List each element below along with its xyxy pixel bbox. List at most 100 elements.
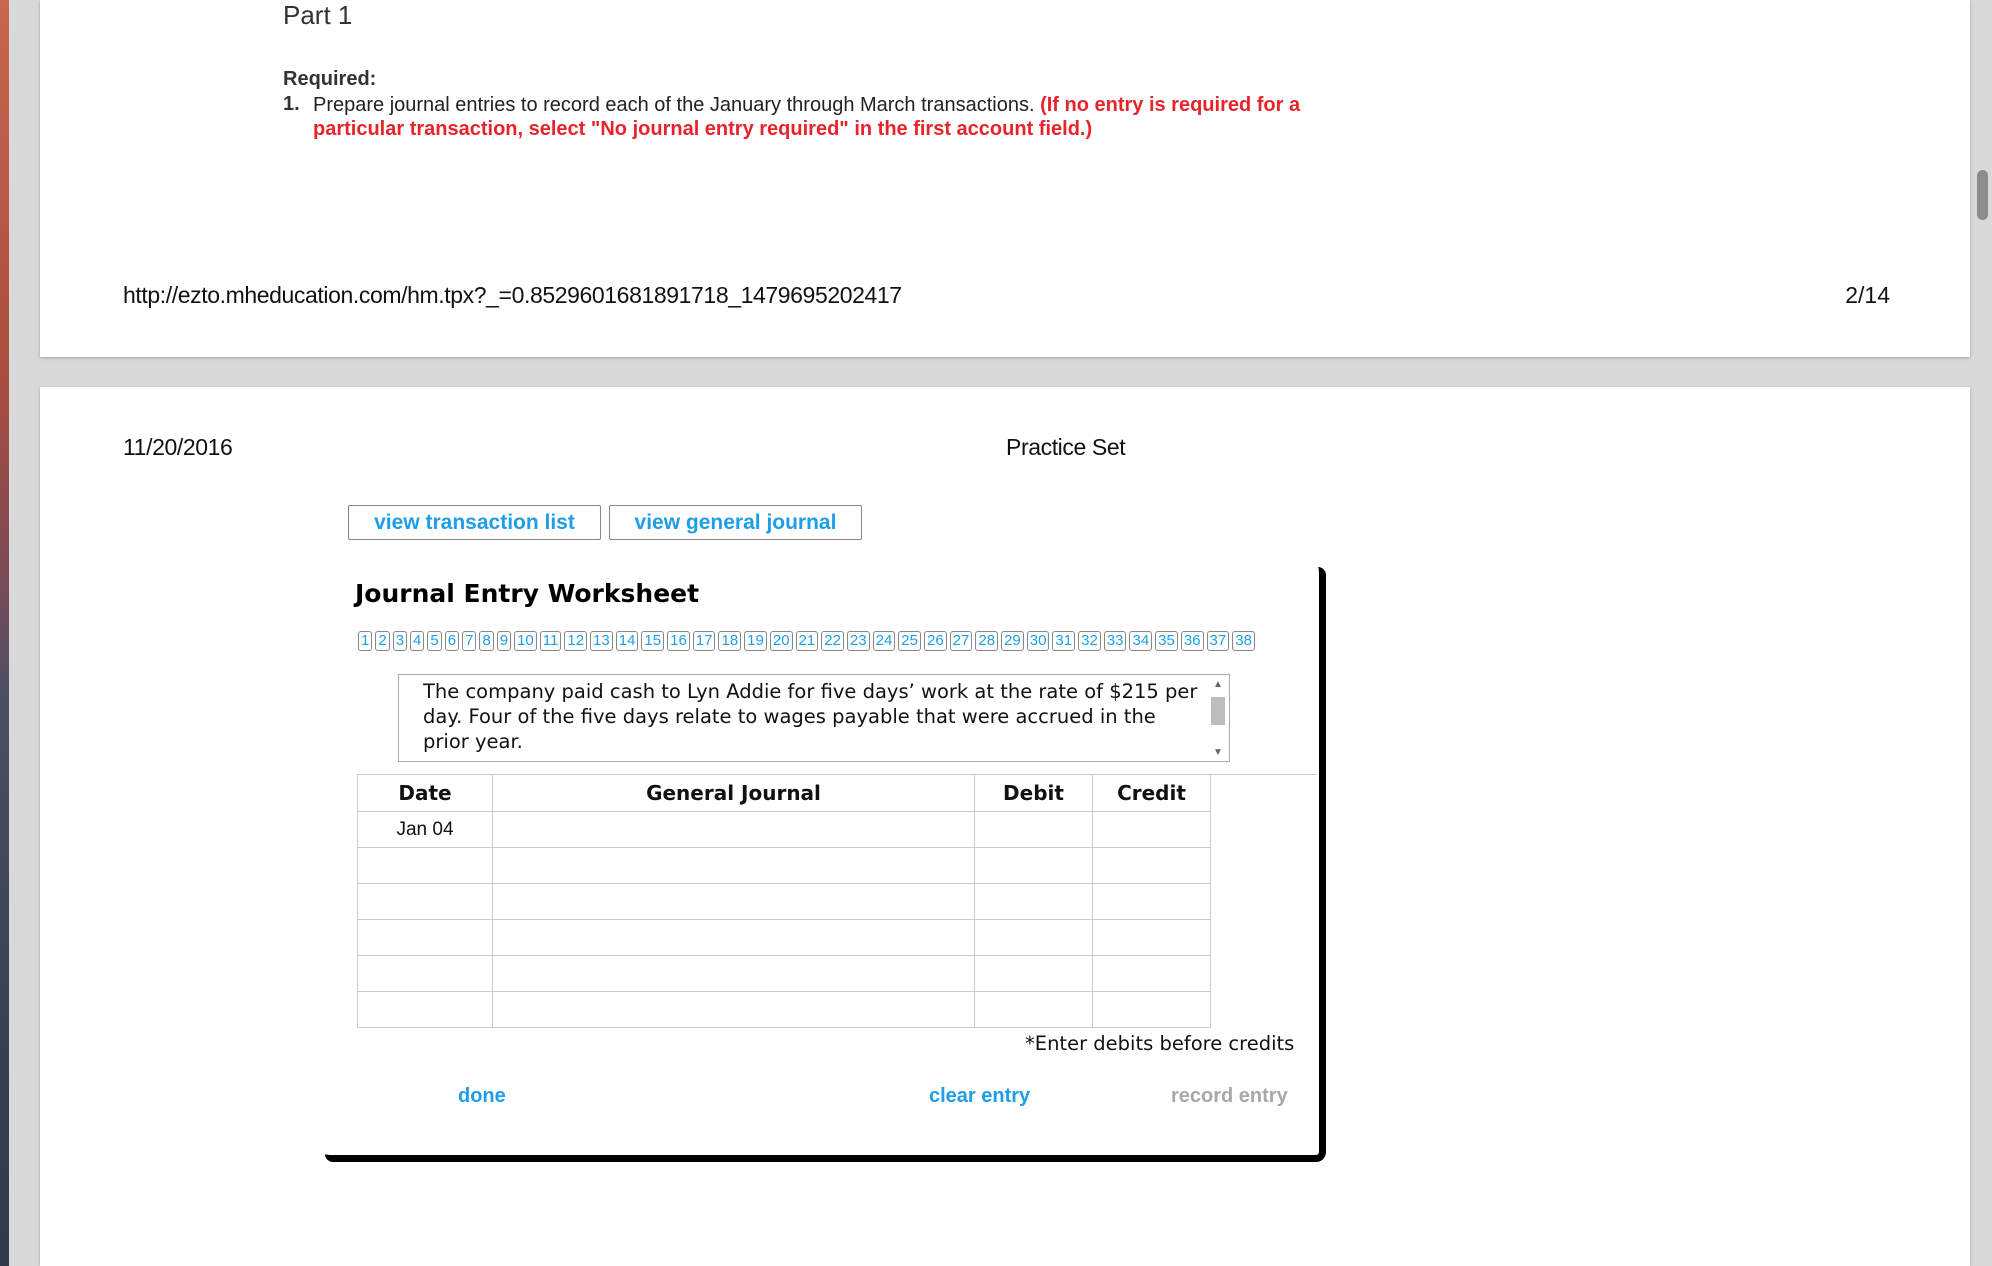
transaction-number-button[interactable]: 19 <box>744 631 767 651</box>
transaction-number-button[interactable]: 27 <box>949 631 973 651</box>
transaction-number-button[interactable]: 10 <box>514 631 537 651</box>
column-header-credit: Credit <box>1092 774 1211 812</box>
transaction-number-button[interactable]: 5 <box>427 631 442 651</box>
journal-row <box>357 919 1211 956</box>
journal-row <box>357 991 1211 1028</box>
column-header-date: Date <box>357 774 493 812</box>
journal-row: Jan 04 <box>357 811 1211 848</box>
debit-cell[interactable] <box>974 847 1093 884</box>
account-cell[interactable] <box>492 883 975 920</box>
date-cell[interactable] <box>357 847 493 884</box>
debit-cell[interactable] <box>974 955 1093 992</box>
transaction-number-button[interactable]: 29 <box>1001 631 1024 651</box>
pdf-page-1: Part 1 Required: 1. Prepare journal entr… <box>40 0 1970 357</box>
credit-cell[interactable] <box>1092 847 1211 884</box>
description-scrollbar[interactable]: ▲ ▼ <box>1209 677 1227 759</box>
column-header-debit: Debit <box>974 774 1093 812</box>
transaction-number-button[interactable]: 23 <box>846 631 870 651</box>
description-scroll-thumb[interactable] <box>1211 697 1225 725</box>
transaction-number-button[interactable]: 33 <box>1103 631 1127 651</box>
transaction-number-button[interactable]: 13 <box>590 631 613 651</box>
transaction-number-button[interactable]: 25 <box>898 631 921 651</box>
journal-row <box>357 883 1211 920</box>
footer-page-number: 2/14 <box>1845 282 1890 308</box>
record-entry-button[interactable]: record entry <box>1171 1085 1288 1108</box>
transaction-number-button[interactable]: 30 <box>1026 631 1050 651</box>
credit-cell[interactable] <box>1092 991 1211 1028</box>
scroll-down-icon[interactable]: ▼ <box>1209 747 1227 759</box>
requirement-instruction: Prepare journal entries to record each o… <box>313 94 1041 116</box>
view-general-journal-button[interactable]: view general journal <box>609 505 862 540</box>
transaction-number-button[interactable]: 9 <box>496 631 512 651</box>
credit-cell[interactable] <box>1092 883 1211 920</box>
transaction-number-button[interactable]: 2 <box>375 631 390 651</box>
date-cell[interactable] <box>357 919 493 956</box>
credit-cell[interactable] <box>1092 955 1211 992</box>
transaction-description-box: The company paid cash to Lyn Addie for f… <box>398 674 1230 762</box>
account-cell[interactable] <box>492 811 975 848</box>
credit-cell[interactable] <box>1092 919 1211 956</box>
account-cell[interactable] <box>492 955 975 992</box>
account-cell[interactable] <box>492 847 975 884</box>
transaction-number-button[interactable]: 3 <box>392 631 408 651</box>
date-cell[interactable] <box>357 955 493 992</box>
transaction-number-button[interactable]: 26 <box>923 631 947 651</box>
transaction-description: The company paid cash to Lyn Addie for f… <box>423 680 1198 753</box>
transaction-number-button[interactable]: 32 <box>1078 631 1101 651</box>
transaction-number-button[interactable]: 11 <box>539 631 562 651</box>
journal-row <box>357 955 1211 992</box>
transaction-number-button[interactable]: 35 <box>1155 631 1178 651</box>
credit-cell[interactable] <box>1092 811 1211 848</box>
date-cell[interactable] <box>357 991 493 1028</box>
transaction-number-button[interactable]: 17 <box>692 631 716 651</box>
transaction-number-button[interactable]: 18 <box>718 631 742 651</box>
pdf-page-2: 11/20/2016 Practice Set view transaction… <box>40 387 1970 1266</box>
transaction-number-button[interactable]: 28 <box>975 631 999 651</box>
account-cell[interactable] <box>492 919 975 956</box>
viewer-scrollbar-thumb[interactable] <box>1977 170 1988 220</box>
account-cell[interactable] <box>492 991 975 1028</box>
journal-row <box>357 847 1211 884</box>
worksheet-title: Journal Entry Worksheet <box>355 579 700 608</box>
transaction-number-button[interactable]: 12 <box>564 631 588 651</box>
transaction-number-list: 1 2 3 4 5 6 7 8 9 10 11 12 13 14 15 16 17 18 19 20 21 22 23 24 2… <box>358 631 1318 653</box>
header-date: 11/20/2016 <box>123 434 233 460</box>
transaction-number-button[interactable]: 36 <box>1180 631 1204 651</box>
desktop-background-strip <box>0 0 9 1266</box>
transaction-number-button[interactable]: 20 <box>769 631 793 651</box>
transaction-number-button[interactable]: 16 <box>667 631 690 651</box>
done-button[interactable]: done <box>458 1085 506 1108</box>
column-header-general-journal: General Journal <box>492 774 975 812</box>
header-title: Practice Set <box>1006 434 1126 460</box>
transaction-number-button[interactable]: 14 <box>615 631 639 651</box>
requirement-text: Prepare journal entries to record each o… <box>313 93 1313 141</box>
transaction-number-button[interactable]: 24 <box>872 631 896 651</box>
journal-entry-worksheet: Journal Entry Worksheet 1 2 3 4 5 6 7 8 9 10 11 12 1… <box>325 567 1326 1162</box>
requirement-number: 1. <box>283 93 300 115</box>
debit-cell[interactable] <box>974 919 1093 956</box>
transaction-number-button[interactable]: 31 <box>1052 631 1076 651</box>
part-title: Part 1 <box>283 0 353 30</box>
debit-cell[interactable] <box>974 991 1093 1028</box>
footer-url: http://ezto.mheducation.com/hm.tpx?_=0.8… <box>123 282 902 308</box>
transaction-number-button[interactable]: 8 <box>479 631 494 651</box>
date-cell[interactable] <box>357 883 493 920</box>
transaction-number-button[interactable]: 6 <box>444 631 460 651</box>
entry-hint: *Enter debits before credits <box>1025 1032 1295 1055</box>
transaction-number-button[interactable]: 34 <box>1129 631 1153 651</box>
date-cell[interactable]: Jan 04 <box>357 811 493 848</box>
scroll-up-icon[interactable]: ▲ <box>1209 679 1227 691</box>
transaction-number-button[interactable]: 7 <box>462 631 477 651</box>
transaction-number-button[interactable]: 4 <box>410 631 425 651</box>
transaction-number-button[interactable]: 15 <box>641 631 665 651</box>
transaction-number-button[interactable]: 22 <box>821 631 844 651</box>
debit-cell[interactable] <box>974 811 1093 848</box>
required-label: Required: <box>283 68 377 90</box>
transaction-number-button[interactable]: 1 <box>358 631 373 651</box>
clear-entry-button[interactable]: clear entry <box>929 1085 1030 1108</box>
transaction-number-button[interactable]: 38 <box>1232 631 1255 651</box>
view-transaction-list-button[interactable]: view transaction list <box>348 505 601 540</box>
debit-cell[interactable] <box>974 883 1093 920</box>
transaction-number-button[interactable]: 37 <box>1206 631 1230 651</box>
transaction-number-button[interactable]: 21 <box>795 631 819 651</box>
